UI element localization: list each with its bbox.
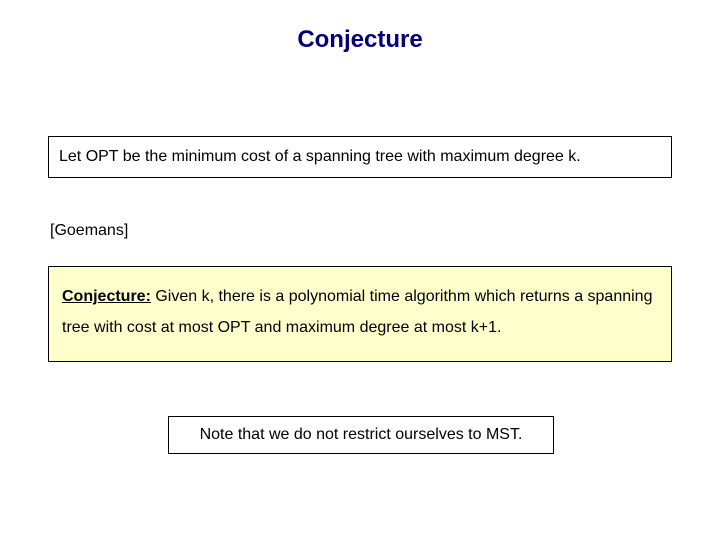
citation: [Goemans] (50, 222, 128, 240)
note-text: Note that we do not restrict ourselves t… (200, 426, 523, 443)
conjecture-text: Given k, there is a polynomial time algo… (62, 288, 652, 336)
definition-box: Let OPT be the minimum cost of a spannin… (48, 136, 672, 178)
note-box: Note that we do not restrict ourselves t… (168, 416, 554, 454)
definition-text: Let OPT be the minimum cost of a spannin… (59, 148, 581, 165)
conjecture-box: Conjecture: Given k, there is a polynomi… (48, 266, 672, 362)
slide: Conjecture Let OPT be the minimum cost o… (0, 0, 720, 540)
conjecture-label: Conjecture: (62, 288, 151, 305)
slide-title: Conjecture (0, 26, 720, 54)
